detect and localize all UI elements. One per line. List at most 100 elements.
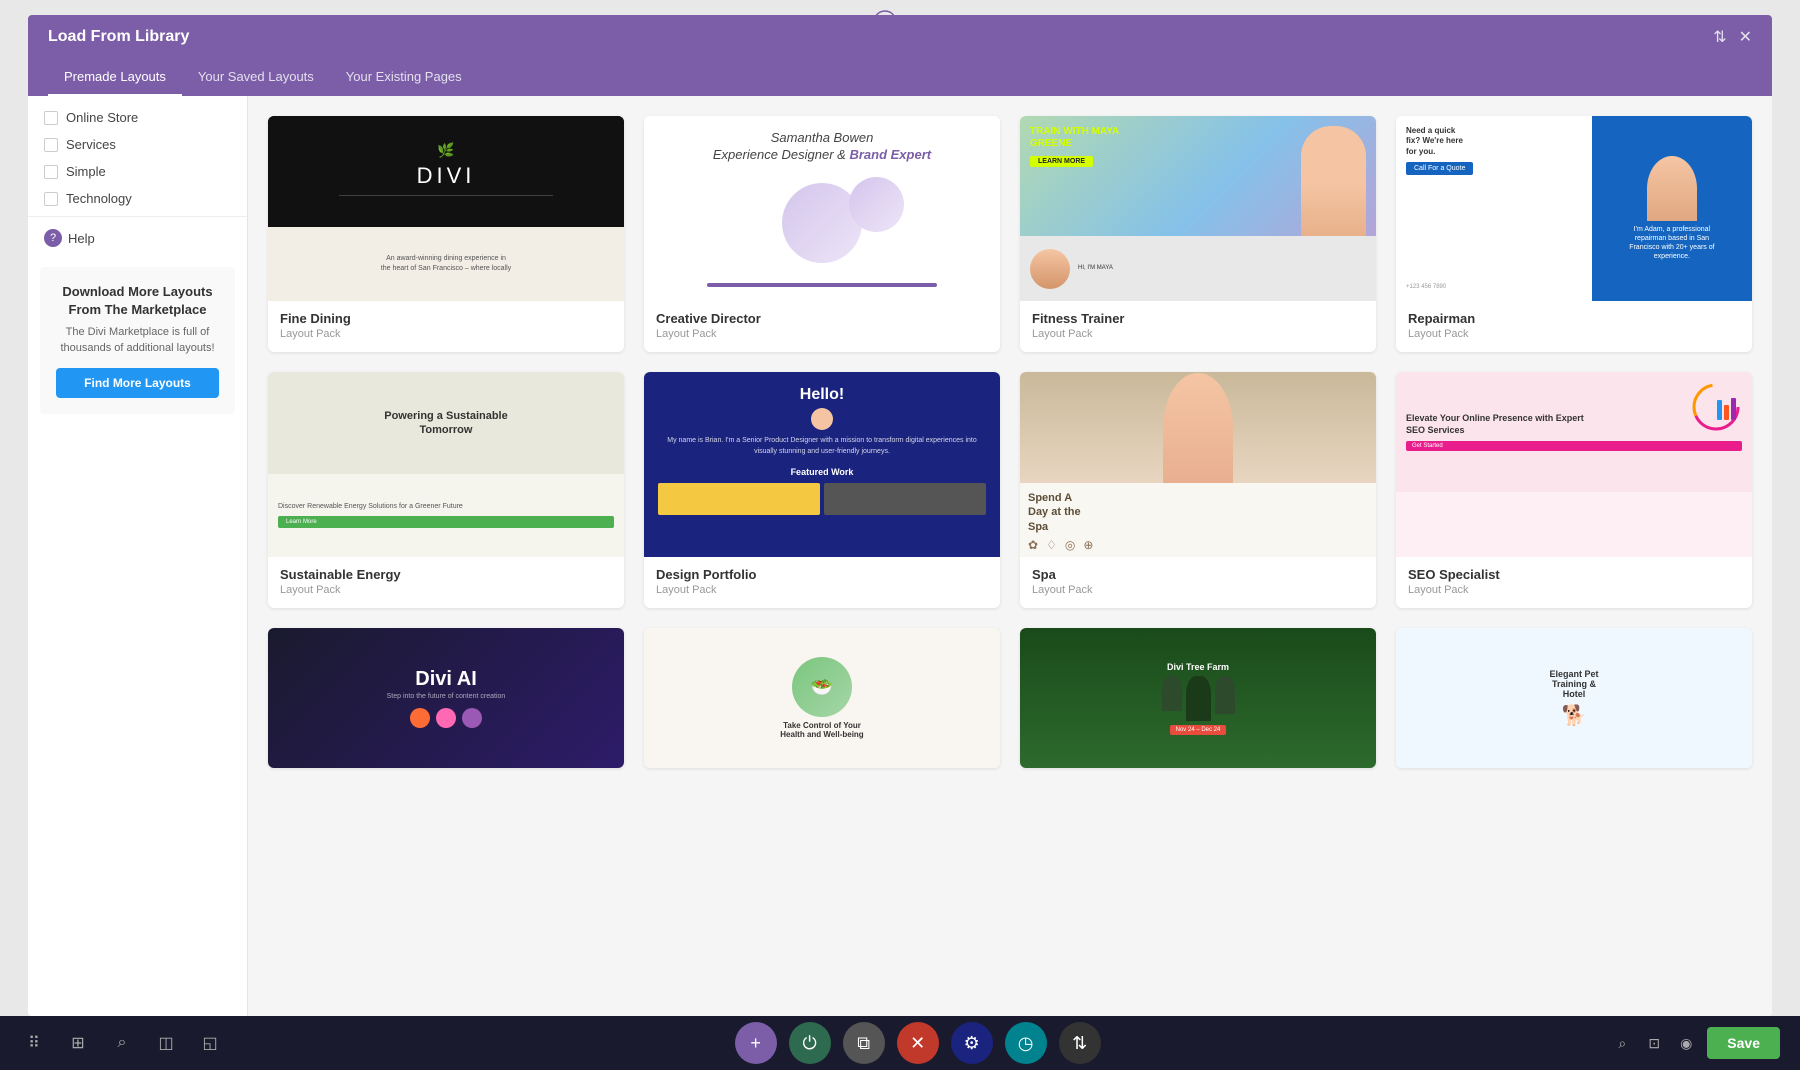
tab-saved-layouts[interactable]: Your Saved Layouts [182,59,330,96]
seo-chart [1689,380,1744,435]
fitness-headline: TRAIN WITH MAYAGREENE [1030,126,1119,150]
checkbox-technology[interactable] [44,192,58,206]
preview-spa: Spend ADay at theSpa ✿ ♢ ◎ ⊕ [1020,372,1376,557]
layout-card-health[interactable]: 🥗 Take Control of YourHealth and Well-be… [644,628,1000,768]
layout-type-seo: Layout Pack [1408,584,1740,596]
health-title: Take Control of YourHealth and Well-bein… [780,721,863,739]
close-icon[interactable]: ✕ [1739,27,1752,47]
modal-tabs: Premade Layouts Your Saved Layouts Your … [28,59,1772,96]
grid-icon[interactable]: ⊞ [64,1029,92,1057]
layout-name-fine-dining: Fine Dining [280,311,612,326]
marketplace-description: The Divi Marketplace is full of thousand… [56,325,219,356]
zoom-icon[interactable]: ⌕ [1611,1032,1633,1054]
marketplace-card: Download More Layouts From The Marketpla… [40,267,235,414]
divi-logo-text: DIVI [417,163,476,189]
duplicate-button[interactable]: ⧉ [843,1022,885,1064]
layout-card-info-design-portfolio: Design Portfolio Layout Pack [644,557,1000,608]
cd-title: Samantha BowenExperience Designer & Bran… [713,130,931,164]
tab-premade-layouts[interactable]: Premade Layouts [48,59,182,96]
layout-card-fine-dining[interactable]: 🌿 DIVI An award-winning dining experienc… [268,116,624,352]
spa-text: Spend ADay at theSpa [1028,491,1368,534]
find-layouts-button[interactable]: Find More Layouts [56,368,219,398]
layout-card-tree-farm[interactable]: Divi Tree Farm Nov 24 – Dec 24 [1020,628,1376,768]
sus-body-text: Discover Renewable Energy Solutions for … [278,502,614,512]
settings-button[interactable]: ⚙ [951,1022,993,1064]
checkbox-simple[interactable] [44,165,58,179]
layout-type-fitness: Layout Pack [1032,328,1364,340]
layout-name-fitness: Fitness Trainer [1032,311,1364,326]
preview-design-portfolio: Hello! My name is Brian. I'm a Senior Pr… [644,372,1000,557]
save-button[interactable]: Save [1707,1027,1780,1059]
divi-ai-title: Divi AI [415,668,477,691]
preview-sustainable: Powering a SustainableTomorrow Discover … [268,372,624,557]
seo-bottom-section [1396,492,1752,557]
mobile-icon[interactable]: ◱ [196,1029,224,1057]
seo-badge: Get Started [1406,441,1742,451]
dp-avatar [811,408,833,430]
history-button[interactable]: ◷ [1005,1022,1047,1064]
add-section-button[interactable]: + [735,1022,777,1064]
checkbox-online-store[interactable] [44,111,58,125]
call-quote-button: Call For a Quote [1406,162,1473,175]
layout-name-repairman: Repairman [1408,311,1740,326]
layout-card-info-fitness: Fitness Trainer Layout Pack [1020,301,1376,352]
layout-type-spa: Layout Pack [1032,584,1364,596]
layout-card-info-repairman: Repairman Layout Pack [1396,301,1752,352]
dp-thumbnails [658,483,986,515]
layout-card-pet-hotel[interactable]: Elegant PetTraining &Hotel 🐕 [1396,628,1752,768]
more-button[interactable]: ⇅ [1059,1022,1101,1064]
spa-icons-row: ✿ ♢ ◎ ⊕ [1028,538,1368,552]
help-icon: ? [44,229,62,247]
preview-fitness: TRAIN WITH MAYAGREENE LEARN MORE HI, I'M… [1020,116,1376,301]
layout-card-design-portfolio[interactable]: Hello! My name is Brian. I'm a Senior Pr… [644,372,1000,608]
dp-featured: Featured Work [791,467,854,477]
sidebar-item-online-store[interactable]: Online Store [28,104,247,131]
sus-headline: Powering a SustainableTomorrow [384,409,507,438]
layout-card-divi-ai[interactable]: Divi AI Step into the future of content … [268,628,624,768]
marketplace-title: Download More Layouts From The Marketpla… [56,283,219,319]
eye-icon[interactable]: ◉ [1675,1032,1697,1054]
tree-farm-dates: Nov 24 – Dec 24 [1170,725,1227,735]
sidebar-divider [28,216,247,217]
tab-existing-pages[interactable]: Your Existing Pages [330,59,478,96]
dots-icon[interactable]: ⠿ [20,1029,48,1057]
layout-card-repairman[interactable]: Need a quickfix? We're herefor you. Call… [1396,116,1752,352]
layout-type-design-portfolio: Layout Pack [656,584,988,596]
layout-card-creative-director[interactable]: Samantha BowenExperience Designer & Bran… [644,116,1000,352]
sidebar-help[interactable]: ? Help [28,221,247,255]
layout-card-info-fine-dining: Fine Dining Layout Pack [268,301,624,352]
divi-ai-subtitle: Step into the future of content creation [387,693,506,700]
layout-type-fine-dining: Layout Pack [280,328,612,340]
layout-name-creative-director: Creative Director [656,311,988,326]
layout-card-sustainable[interactable]: Powering a SustainableTomorrow Discover … [268,372,624,608]
layout-type-repairman: Layout Pack [1408,328,1740,340]
bottom-toolbar: ⠿ ⊞ ⌕ ◫ ◱ + ⏻ ⧉ ✕ ⚙ ◷ ⇅ ⌕ ⊡ ◉ Save [0,1016,1800,1070]
sidebar-item-services[interactable]: Services [28,131,247,158]
fitness-bio: HI, I'M MAYA [1078,264,1113,272]
modal-title: Load From Library [48,28,189,46]
view-icon[interactable]: ⊡ [1643,1032,1665,1054]
checkbox-services[interactable] [44,138,58,152]
pet-icon: 🐕 [1562,703,1587,728]
modal-body: Online Store Services Simple Technology … [28,96,1772,1016]
layout-card-info-seo: SEO Specialist Layout Pack [1396,557,1752,608]
modal-header: Load From Library ⇅ ✕ [28,15,1772,59]
layout-card-spa[interactable]: Spend ADay at theSpa ✿ ♢ ◎ ⊕ Spa [1020,372,1376,608]
layout-card-fitness[interactable]: TRAIN WITH MAYAGREENE LEARN MORE HI, I'M… [1020,116,1376,352]
sidebar-item-technology[interactable]: Technology [28,185,247,212]
repairman-headline: Need a quickfix? We're herefor you. [1406,126,1582,157]
layout-card-info-spa: Spa Layout Pack [1020,557,1376,608]
tree-farm-title: Divi Tree Farm [1167,662,1229,672]
layout-name-design-portfolio: Design Portfolio [656,567,988,582]
search-icon[interactable]: ⌕ [108,1029,136,1057]
fine-dining-description: An award-winning dining experience inthe… [381,254,511,275]
power-button[interactable]: ⏻ [789,1022,831,1064]
toolbar-right: ⌕ ⊡ ◉ Save [1611,1027,1780,1059]
repairman-contact: +123 456 7890 [1406,283,1582,291]
layout-card-seo[interactable]: Elevate Your Online Presence with Expert… [1396,372,1752,608]
close-button[interactable]: ✕ [897,1022,939,1064]
sidebar-item-simple[interactable]: Simple [28,158,247,185]
dp-hello: Hello! [800,386,844,404]
responsive-icon[interactable]: ◫ [152,1029,180,1057]
settings-icon[interactable]: ⇅ [1713,27,1726,47]
